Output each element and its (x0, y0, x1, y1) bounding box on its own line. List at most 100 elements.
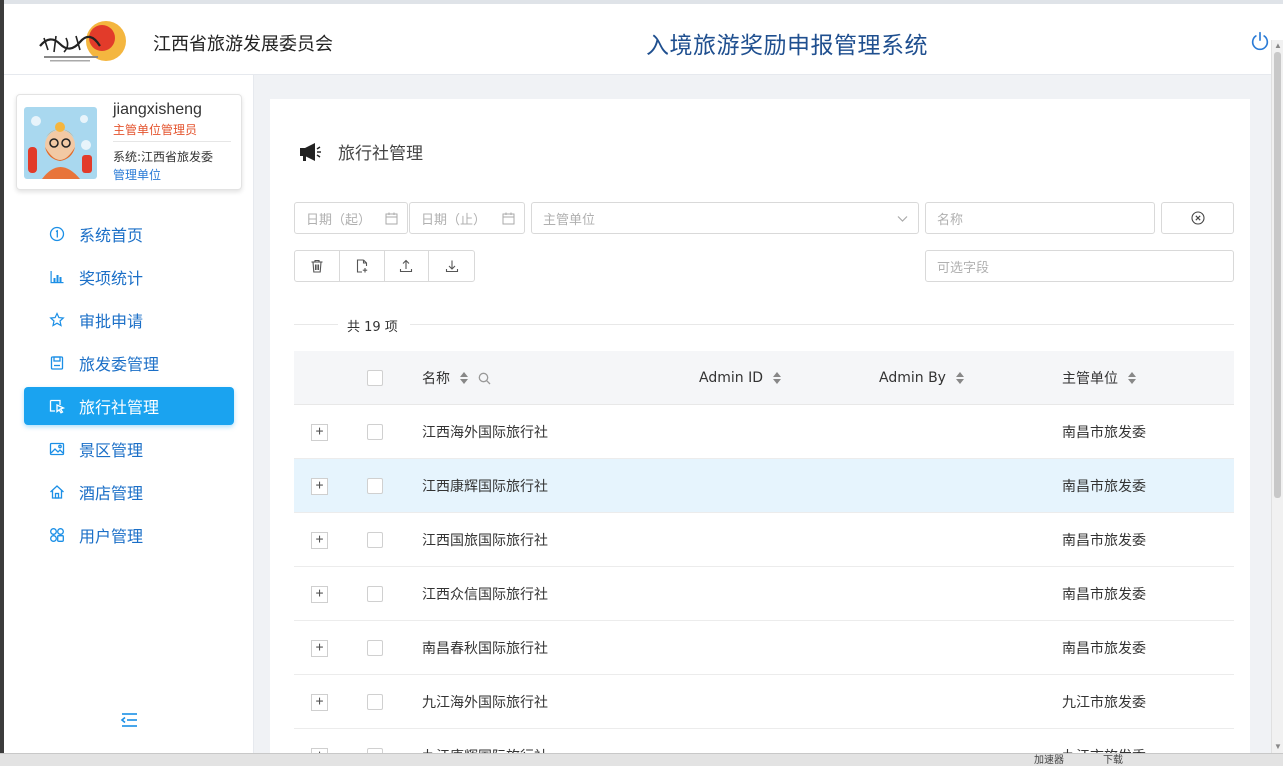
cell-name: 南昌春秋国际旅行社 (422, 641, 548, 657)
power-icon[interactable] (1249, 30, 1271, 52)
row-checkbox[interactable] (367, 532, 383, 548)
sidebar-item-label: 奖项统计 (79, 269, 144, 288)
sidebar-item-approval[interactable]: 审批申请 (24, 301, 234, 339)
col-admin-by[interactable]: Admin By (879, 351, 964, 405)
cell-name: 江西国旅国际旅行社 (422, 533, 548, 549)
app-window: 江西省旅游发展委员会 入境旅游奖励申报管理系统 jiangxisheng 主管单… (4, 0, 1283, 753)
sidebar-menu: 系统首页 奖项统计 审批申请 旅发委管理 旅行社管理 景区管理 酒店管理 用户管… (24, 215, 234, 559)
sidebar-item-users[interactable]: 用户管理 (24, 516, 234, 554)
sort-icon[interactable] (772, 372, 781, 384)
sidebar-item-home[interactable]: 系统首页 (24, 215, 234, 253)
unit-select[interactable]: 主管单位 (531, 202, 919, 234)
home-icon (50, 485, 64, 499)
divider-line (410, 324, 1234, 325)
expand-row-button[interactable]: + (311, 585, 328, 603)
clear-button[interactable] (1161, 202, 1234, 234)
upload-icon (400, 259, 413, 273)
download-button[interactable] (429, 251, 474, 281)
item-count: 共 19 项 (347, 320, 398, 335)
scrollbar-thumb[interactable] (1274, 52, 1281, 498)
profile-divider (113, 141, 231, 142)
expand-row-button[interactable]: + (311, 423, 328, 441)
system-title: 入境旅游奖励申报管理系统 (646, 33, 928, 59)
sidebar-item-label: 系统首页 (79, 226, 144, 245)
table-row[interactable]: + 九江海外国际旅行社 九江市旅发委 (294, 675, 1234, 729)
sidebar-item-agency[interactable]: 旅行社管理 (24, 387, 234, 425)
sidebar-item-committee[interactable]: 旅发委管理 (24, 344, 234, 382)
col-unit-label: 主管单位 (1062, 371, 1118, 387)
collapse-menu-icon[interactable] (119, 711, 139, 729)
sidebar-item-label: 酒店管理 (79, 484, 144, 503)
download-icon (445, 260, 458, 273)
logo-icon (39, 21, 126, 62)
sort-icon[interactable] (955, 372, 964, 384)
clear-circle-icon (1190, 211, 1205, 225)
star-icon (49, 312, 65, 327)
row-checkbox[interactable] (367, 640, 383, 656)
accelerator-label[interactable]: 加速器 (1034, 755, 1064, 766)
sort-icon[interactable] (460, 372, 468, 384)
table-row[interactable]: + 江西康辉国际旅行社 南昌市旅发委 (294, 459, 1234, 513)
cell-unit: 南昌市旅发委 (1062, 425, 1146, 441)
name-input[interactable]: 名称 (925, 202, 1155, 234)
row-checkbox[interactable] (367, 694, 383, 710)
select-all-checkbox[interactable] (367, 370, 383, 386)
cell-unit: 九江市旅发委 (1062, 695, 1146, 711)
sidebar-item-label: 用户管理 (79, 527, 144, 546)
table-row[interactable]: + 江西国旅国际旅行社 南昌市旅发委 (294, 513, 1234, 567)
expand-row-button[interactable]: + (311, 531, 328, 549)
username: jiangxisheng (113, 101, 202, 118)
sidebar-item-label: 旅行社管理 (79, 398, 160, 417)
col-admin-id[interactable]: Admin ID (699, 351, 781, 405)
date-to-placeholder: 日期（止） (421, 212, 487, 228)
sidebar-item-stats[interactable]: 奖项统计 (24, 258, 234, 296)
expand-row-button[interactable]: + (311, 477, 328, 495)
date-to-picker[interactable]: 日期（止） (409, 202, 525, 234)
optional-fields-select[interactable]: 可选字段 (925, 250, 1234, 282)
toolbar-buttons (294, 250, 475, 282)
user-role: 主管单位管理员 (113, 123, 198, 137)
file-add-icon (356, 259, 367, 273)
user-unit: 管理单位 (113, 168, 162, 182)
calendar-icon (385, 212, 398, 225)
upload-button[interactable] (385, 251, 430, 281)
date-from-picker[interactable]: 日期（起） (294, 202, 408, 234)
col-name-label: 名称 (422, 371, 450, 387)
scroll-up-arrow[interactable]: ▲ (1272, 40, 1283, 52)
table-row[interactable]: + 江西海外国际旅行社 南昌市旅发委 (294, 405, 1234, 459)
save-icon (50, 356, 64, 370)
sidebar-item-label: 景区管理 (79, 441, 144, 460)
col-name[interactable]: 名称 (422, 351, 491, 405)
table-row[interactable]: + 江西众信国际旅行社 南昌市旅发委 (294, 567, 1234, 621)
apps-icon (50, 528, 64, 542)
calendar-icon (502, 212, 515, 225)
sidebar-item-scenic[interactable]: 景区管理 (24, 430, 234, 468)
page-title: 旅行社管理 (338, 144, 423, 164)
expand-row-button[interactable]: + (311, 639, 328, 657)
vertical-scrollbar[interactable]: ▲ ▼ (1271, 40, 1283, 753)
row-checkbox[interactable] (367, 424, 383, 440)
table-row[interactable]: + 九江康辉国际旅行社 九江市旅发委 (294, 729, 1234, 753)
cell-unit: 九江市旅发委 (1062, 729, 1146, 753)
add-file-button[interactable] (340, 251, 385, 281)
col-unit[interactable]: 主管单位 (1062, 351, 1136, 405)
download-label[interactable]: 下载 (1103, 755, 1123, 766)
name-input-placeholder: 名称 (937, 212, 964, 228)
search-icon[interactable] (478, 372, 491, 385)
chevron-down-icon (897, 216, 908, 222)
table-row[interactable]: + 南昌春秋国际旅行社 南昌市旅发委 (294, 621, 1234, 675)
divider-line (294, 324, 338, 325)
scroll-down-arrow[interactable]: ▼ (1272, 741, 1283, 753)
delete-button[interactable] (295, 251, 340, 281)
bar-chart-icon (50, 271, 64, 284)
trash-icon (311, 259, 323, 273)
sidebar-item-label: 审批申请 (79, 312, 144, 331)
row-checkbox[interactable] (367, 478, 383, 494)
cell-unit: 南昌市旅发委 (1062, 641, 1146, 657)
sort-icon[interactable] (1128, 372, 1136, 384)
megaphone-icon (300, 142, 321, 161)
sidebar-item-hotel[interactable]: 酒店管理 (24, 473, 234, 511)
expand-row-button[interactable]: + (311, 693, 328, 711)
row-checkbox[interactable] (367, 586, 383, 602)
cell-name: 江西众信国际旅行社 (422, 587, 548, 603)
